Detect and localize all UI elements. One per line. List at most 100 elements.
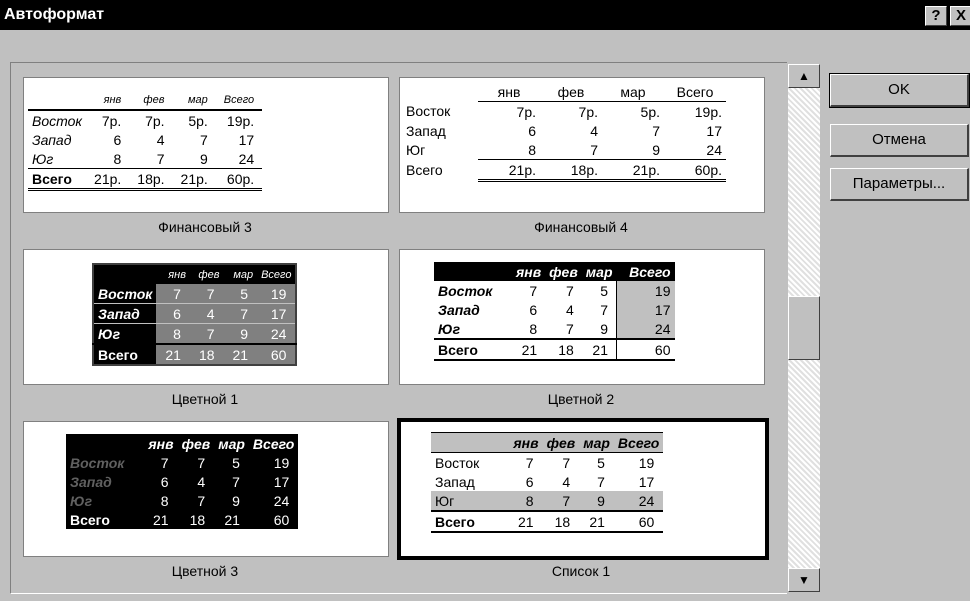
table-cell: 7 bbox=[525, 454, 534, 471]
table-cell: Восток bbox=[93, 284, 157, 304]
table-cell: 19 bbox=[638, 454, 655, 471]
table-cell: 6 bbox=[528, 122, 536, 139]
title-bar: Автоформат ? X bbox=[0, 0, 970, 30]
table-cell: 18 bbox=[198, 346, 215, 363]
table-cell: 60р. bbox=[664, 159, 726, 182]
table-cell: 18р. bbox=[540, 159, 602, 182]
table-cell: 21 bbox=[589, 513, 605, 530]
table-cell bbox=[434, 262, 512, 281]
format-gallery: янв фев мар Всего Восток 7р. 7р. 5р. 19р… bbox=[10, 62, 787, 594]
table-cell: 6 bbox=[160, 473, 169, 490]
table-cell: 8 bbox=[113, 150, 122, 167]
table-cell: 18 bbox=[189, 511, 206, 528]
table-cell: 60р. bbox=[226, 170, 255, 187]
help-button[interactable]: ? bbox=[925, 6, 947, 26]
table-cell: 21р. bbox=[180, 170, 208, 187]
window-title: Автоформат bbox=[4, 6, 105, 23]
table-cell: фев bbox=[181, 435, 211, 452]
table-cell: Всего bbox=[223, 93, 255, 106]
table-cell: 17 bbox=[270, 305, 287, 322]
table-cell: 9 bbox=[581, 319, 617, 339]
table-cell: янв bbox=[168, 268, 186, 281]
table-cell: 7 bbox=[597, 473, 605, 490]
table-cell: Всего bbox=[70, 511, 110, 528]
table-cell: мар bbox=[188, 93, 208, 106]
format-caption: Финансовый 3 bbox=[158, 219, 252, 235]
table-cell: янв bbox=[513, 434, 539, 451]
table-cell: 21 bbox=[232, 346, 249, 363]
table-cell: 6 bbox=[525, 473, 534, 490]
table-cell: 18 bbox=[554, 513, 571, 530]
table-cell: 7 bbox=[529, 282, 538, 299]
table-cell: Юг bbox=[32, 150, 54, 167]
table-cell: фев bbox=[143, 93, 165, 106]
scroll-thumb[interactable] bbox=[788, 296, 820, 360]
format-preview-color-1[interactable]: янв фев мар Всего Восток 7 7 5 19 Запад … bbox=[23, 249, 389, 385]
table-cell: мар bbox=[602, 82, 664, 102]
table-cell: 24 bbox=[664, 140, 726, 160]
format-preview-financial-3[interactable]: янв фев мар Всего Восток 7р. 7р. 5р. 19р… bbox=[23, 77, 389, 213]
table-cell: 24 bbox=[616, 319, 675, 339]
table-cell: 8 bbox=[525, 492, 534, 509]
table-cell: 7 bbox=[199, 131, 208, 148]
table-cell: 17 bbox=[638, 473, 655, 490]
table-cell: 21 bbox=[521, 341, 538, 358]
table-cell: Запад bbox=[438, 301, 480, 318]
table-cell: Запад bbox=[32, 131, 72, 148]
table-cell: 21р. bbox=[94, 170, 122, 187]
table-cell: фев bbox=[198, 268, 220, 281]
table-cell: Восток bbox=[70, 454, 125, 471]
table-cell bbox=[28, 90, 86, 110]
table-cell: 60 bbox=[638, 513, 655, 530]
table-cell bbox=[66, 434, 144, 453]
table-cell: Запад bbox=[70, 473, 112, 490]
table-cell: 21 bbox=[165, 346, 181, 363]
table-cell: 7 bbox=[206, 325, 215, 342]
table-cell: 18р. bbox=[137, 170, 165, 187]
table-cell: 19р. bbox=[226, 112, 255, 129]
table-cell: 9 bbox=[597, 492, 605, 509]
table-cell: 4 bbox=[197, 473, 206, 490]
scroll-up-icon[interactable]: ▲ bbox=[788, 64, 820, 88]
table-cell: Всего bbox=[617, 434, 660, 451]
format-preview-color-2[interactable]: янв фев мар Всего Восток 7 7 5 19 Запад … bbox=[399, 249, 765, 385]
table-cell: 4 bbox=[590, 122, 598, 139]
table-cell: 7 bbox=[156, 150, 165, 167]
table-cell: янв bbox=[478, 82, 540, 102]
format-preview-financial-4[interactable]: янв фев мар Всего Восток 7р. 7р. 5р. 19р… bbox=[399, 77, 765, 213]
table-cell: 21р. bbox=[478, 159, 540, 182]
table-cell: 60 bbox=[654, 341, 671, 358]
table-cell: 7 bbox=[197, 454, 206, 471]
table-cell: 7 bbox=[197, 492, 206, 509]
table-cell: Юг bbox=[435, 492, 455, 509]
format-preview-list-1[interactable]: янв фев мар Всего Восток 7 7 5 19 Запад … bbox=[397, 418, 769, 560]
options-button[interactable]: Параметры... bbox=[830, 168, 969, 201]
cancel-button[interactable]: Отмена bbox=[830, 124, 969, 157]
table-cell: янв bbox=[516, 263, 542, 280]
table-cell: 17 bbox=[616, 300, 675, 319]
table-cell: 17 bbox=[273, 473, 290, 490]
table-cell: Восток bbox=[32, 112, 83, 129]
table-cell: 5 bbox=[581, 281, 617, 300]
format-caption: Цветной 2 bbox=[547, 391, 615, 407]
table-cell: Всего bbox=[252, 435, 295, 452]
table-cell: 21 bbox=[153, 511, 169, 528]
scroll-down-icon[interactable]: ▼ bbox=[788, 568, 820, 592]
table-cell: 21 bbox=[518, 513, 534, 530]
table-cell: Запад bbox=[93, 303, 157, 324]
table-cell: фев bbox=[546, 434, 576, 451]
table-cell: 9 bbox=[232, 492, 240, 509]
table-cell: 7 bbox=[581, 300, 617, 319]
table-cell: Всего bbox=[435, 513, 475, 530]
table-cell: 17 bbox=[238, 131, 255, 148]
table-cell: 7 bbox=[206, 285, 215, 302]
table-cell: 9 bbox=[199, 150, 208, 167]
vertical-scrollbar[interactable]: ▲ ▼ bbox=[788, 64, 820, 592]
ok-button[interactable]: OK bbox=[829, 73, 970, 108]
close-button[interactable]: X bbox=[950, 6, 970, 26]
format-preview-color-3[interactable]: янв фев мар Всего Восток 7 7 5 19 Запад … bbox=[23, 421, 389, 557]
table-cell: 6 bbox=[529, 301, 538, 318]
table-cell: 9 bbox=[602, 140, 664, 160]
table-cell: 21 bbox=[224, 511, 240, 528]
table-cell: 7 bbox=[566, 320, 574, 337]
